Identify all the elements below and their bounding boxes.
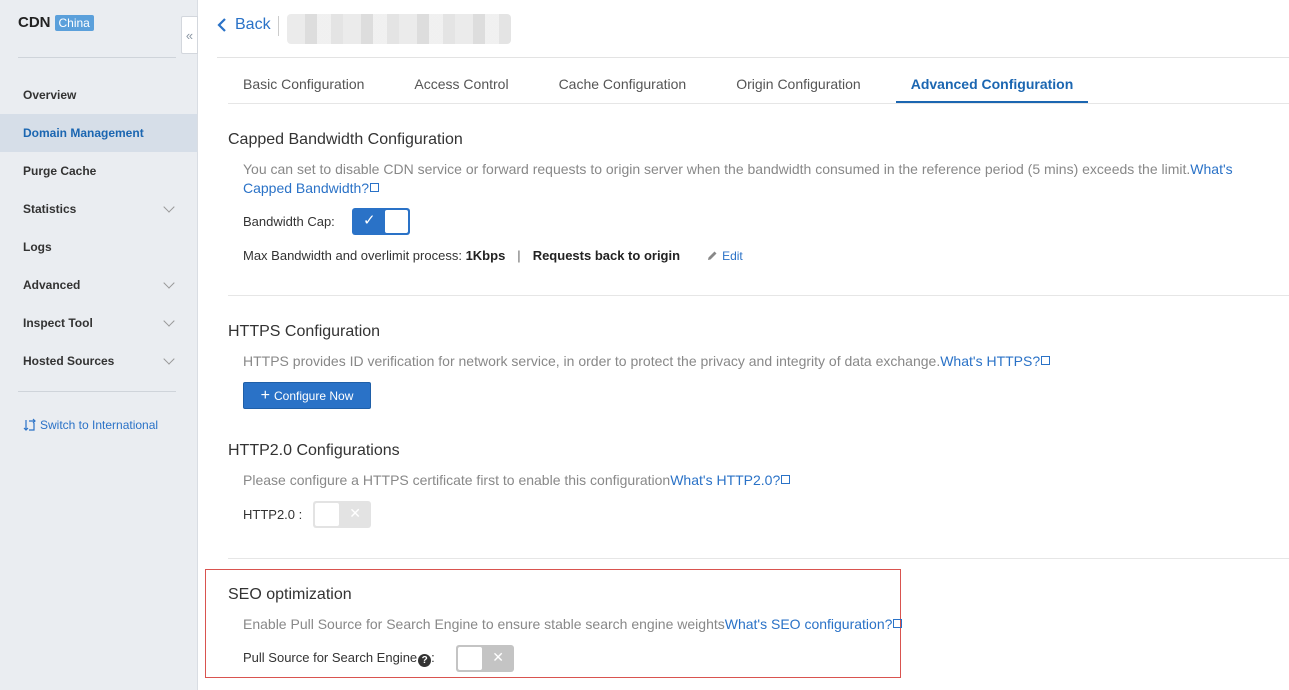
header-divider (217, 57, 1289, 58)
tab-cache-configuration[interactable]: Cache Configuration (544, 66, 702, 104)
chevron-down-icon (163, 315, 175, 327)
sidebar-item-label: Overview (23, 88, 77, 102)
config-tabs: Basic Configuration Access Control Cache… (228, 66, 1108, 104)
header-separator (278, 16, 279, 36)
http2-section-title: HTTP2.0 Configurations (228, 442, 400, 459)
https-description-text: HTTPS provides ID verification for netwo… (243, 353, 941, 369)
bandwidth-section-title: Capped Bandwidth Configuration (228, 131, 463, 148)
tab-origin-configuration[interactable]: Origin Configuration (721, 66, 876, 104)
http2-help-link[interactable]: What's HTTP2.0? (670, 472, 791, 488)
switch-label: Switch to International (40, 418, 159, 432)
region-badge: China (54, 14, 94, 31)
summary-separator: | (517, 248, 521, 263)
section-divider (228, 558, 1289, 559)
sidebar-nav: Overview Domain Management Purge Cache S… (0, 76, 197, 380)
https-section-title: HTTPS Configuration (228, 323, 381, 340)
configure-https-button[interactable]: + Configure Now (243, 382, 371, 409)
seo-pull-source-toggle[interactable]: ✕ (456, 645, 514, 672)
toggle-knob (458, 647, 482, 670)
seo-section-title: SEO optimization (228, 586, 352, 603)
x-icon: ✕ (492, 649, 504, 665)
seo-pull-source-label: Pull Source for Search Engine?: (243, 650, 435, 667)
help-icon[interactable]: ? (418, 654, 432, 667)
seo-label-colon: : (431, 650, 435, 665)
sidebar: CDN China Overview Domain Management Pur… (0, 0, 198, 690)
switch-icon (23, 418, 36, 431)
chevron-down-icon (163, 277, 175, 289)
tab-advanced-configuration[interactable]: Advanced Configuration (895, 66, 1089, 104)
tab-basic-configuration[interactable]: Basic Configuration (228, 66, 379, 104)
check-icon: ✓ (363, 212, 376, 229)
sidebar-item-advanced[interactable]: Advanced (0, 266, 197, 304)
external-link-icon (893, 619, 903, 628)
collapse-sidebar-button[interactable]: « (181, 16, 198, 54)
toggle-knob (385, 210, 408, 233)
external-link-icon (370, 183, 380, 192)
http2-description: Please configure a HTTPS certificate fir… (243, 471, 791, 490)
http2-toggle[interactable]: ✕ (313, 501, 371, 528)
bandwidth-cap-toggle[interactable]: ✓ (352, 208, 410, 235)
sidebar-item-label: Domain Management (23, 126, 144, 140)
seo-description-text: Enable Pull Source for Search Engine to … (243, 616, 725, 632)
sidebar-item-label: Statistics (23, 202, 77, 216)
bandwidth-description: You can set to disable CDN service or fo… (243, 160, 1283, 198)
x-icon: ✕ (349, 505, 361, 521)
sidebar-item-domain-management[interactable]: Domain Management (0, 114, 197, 152)
external-link-icon (1041, 356, 1051, 365)
switch-to-international-link[interactable]: Switch to International (23, 418, 158, 432)
https-help-link-text: What's HTTPS? (940, 353, 1041, 369)
http2-help-link-text: What's HTTP2.0? (670, 472, 781, 488)
chevron-down-icon (163, 201, 175, 213)
sidebar-item-logs[interactable]: Logs (0, 228, 197, 266)
chevron-left-icon (217, 18, 226, 32)
sidebar-item-overview[interactable]: Overview (0, 76, 197, 114)
sidebar-item-label: Inspect Tool (23, 316, 93, 330)
sidebar-item-inspect-tool[interactable]: Inspect Tool (0, 304, 197, 342)
bandwidth-cap-label: Bandwidth Cap: (243, 214, 335, 229)
plus-icon: + (260, 386, 270, 404)
bandwidth-summary: Max Bandwidth and overlimit process: 1Kb… (243, 248, 743, 263)
configure-now-label: Configure Now (273, 388, 354, 403)
tabs-divider (228, 103, 1289, 104)
edit-label: Edit (722, 248, 743, 263)
max-bandwidth-value: 1Kbps (465, 248, 506, 263)
brand: CDN China (18, 14, 94, 31)
edit-bandwidth-button[interactable]: Edit (706, 249, 743, 263)
sidebar-item-statistics[interactable]: Statistics (0, 190, 197, 228)
double-chevron-left-icon: « (185, 27, 194, 43)
sidebar-item-purge-cache[interactable]: Purge Cache (0, 152, 197, 190)
chevron-down-icon (163, 353, 175, 365)
max-bandwidth-label: Max Bandwidth and overlimit process: (243, 248, 462, 263)
http2-description-text: Please configure a HTTPS certificate fir… (243, 472, 671, 488)
sidebar-item-label: Logs (23, 240, 52, 254)
back-button[interactable]: Back (217, 16, 271, 34)
external-link-icon (781, 475, 791, 484)
pencil-icon (708, 251, 717, 260)
https-description: HTTPS provides ID verification for netwo… (243, 352, 1051, 371)
toggle-knob (315, 503, 339, 526)
sidebar-item-label: Advanced (23, 278, 81, 292)
http2-label: HTTP2.0 : (243, 507, 303, 522)
sidebar-item-label: Purge Cache (23, 164, 97, 178)
back-label: Back (235, 16, 271, 33)
sidebar-divider (18, 391, 176, 392)
sidebar-divider (18, 57, 176, 58)
tab-access-control[interactable]: Access Control (399, 66, 523, 104)
redacted-domain-name (287, 14, 511, 44)
sidebar-item-label: Hosted Sources (23, 354, 115, 368)
sidebar-item-hosted-sources[interactable]: Hosted Sources (0, 342, 197, 380)
bandwidth-description-text: You can set to disable CDN service or fo… (243, 161, 1191, 177)
seo-description: Enable Pull Source for Search Engine to … (243, 615, 903, 634)
section-divider (228, 295, 1289, 296)
seo-help-link-text: What's SEO configuration? (724, 616, 893, 632)
seo-help-link[interactable]: What's SEO configuration? (725, 616, 903, 632)
overlimit-process-value: Requests back to origin (532, 248, 681, 263)
https-help-link[interactable]: What's HTTPS? (940, 353, 1051, 369)
brand-title: CDN (18, 14, 51, 31)
seo-pull-source-text: Pull Source for Search Engine (243, 650, 418, 665)
